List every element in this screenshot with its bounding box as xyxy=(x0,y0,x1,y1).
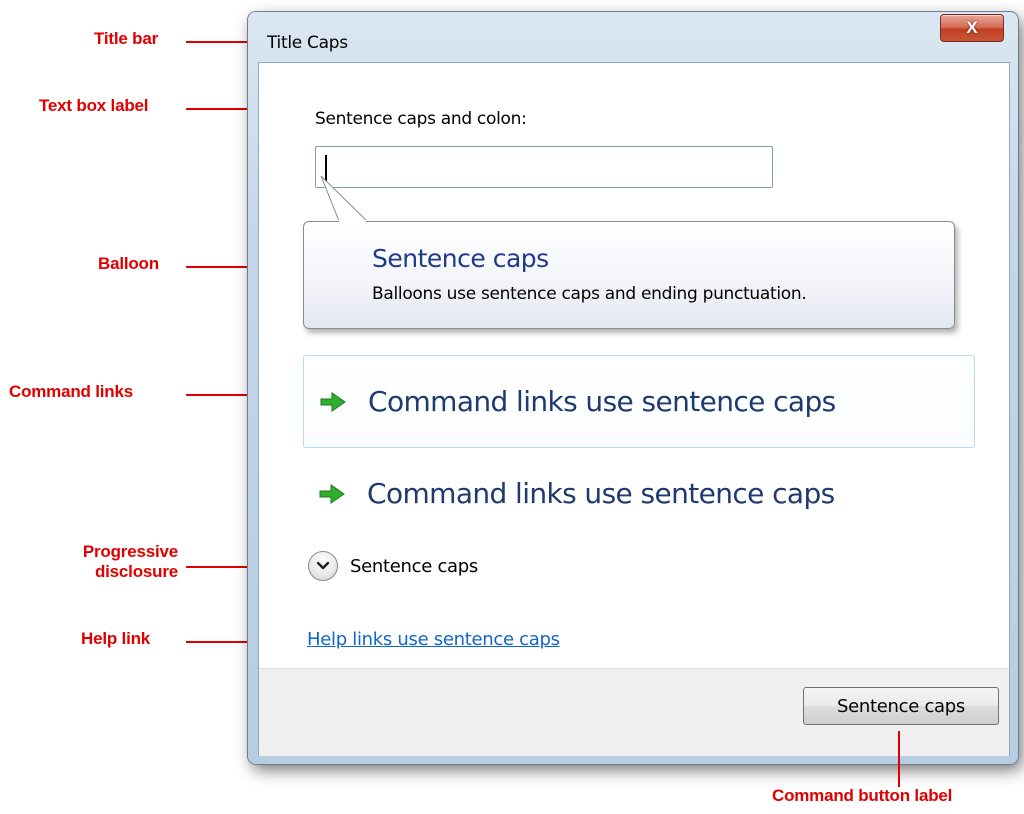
progressive-disclosure-annotation-line2: disclosure xyxy=(94,562,178,581)
progressive-disclosure[interactable]: Sentence caps xyxy=(308,551,478,581)
text-box-label: Sentence caps and colon: xyxy=(315,109,527,129)
balloon-body: Balloons use sentence caps and ending pu… xyxy=(372,284,807,304)
command-link-2[interactable]: Command links use sentence caps xyxy=(303,447,975,540)
green-arrow-icon xyxy=(320,391,346,412)
close-icon: X xyxy=(966,18,978,37)
balloon-tail-joint xyxy=(339,220,366,226)
command-button-leader xyxy=(898,731,900,787)
balloon-tail xyxy=(320,175,369,224)
command-links-annotation: Command links xyxy=(9,382,133,401)
command-button-label-annotation: Command button label xyxy=(772,786,953,805)
balloon-title: Sentence caps xyxy=(372,244,549,273)
balloon-annotation: Balloon xyxy=(98,254,159,273)
progressive-disclosure-annotation: Progressive disclosure xyxy=(40,542,178,582)
help-link-annotation: Help link xyxy=(81,629,151,648)
balloon-tooltip: Sentence caps Balloons use sentence caps… xyxy=(303,221,955,329)
window-title: Title Caps xyxy=(267,33,348,53)
dialog-content: Sentence caps and colon: Sentence caps B… xyxy=(258,62,1010,756)
disclosure-label: Sentence caps xyxy=(350,555,478,577)
command-link-label: Command links use sentence caps xyxy=(367,477,835,510)
command-button[interactable]: Sentence caps xyxy=(803,687,999,725)
title-bar-annotation: Title bar xyxy=(94,29,159,48)
chevron-down-icon[interactable] xyxy=(308,551,338,581)
progressive-disclosure-annotation-line1: Progressive xyxy=(82,542,178,561)
help-link[interactable]: Help links use sentence caps xyxy=(307,629,560,650)
command-area: Sentence caps xyxy=(259,668,1009,756)
command-link-1[interactable]: Command links use sentence caps xyxy=(303,355,975,448)
text-input[interactable] xyxy=(315,146,773,188)
close-button[interactable]: X xyxy=(940,14,1004,42)
dialog-window: Title Caps X Sentence caps and colon: Se… xyxy=(248,12,1018,764)
command-link-label: Command links use sentence caps xyxy=(368,385,836,418)
green-arrow-icon xyxy=(319,483,345,504)
text-box-label-annotation: Text box label xyxy=(39,96,149,115)
